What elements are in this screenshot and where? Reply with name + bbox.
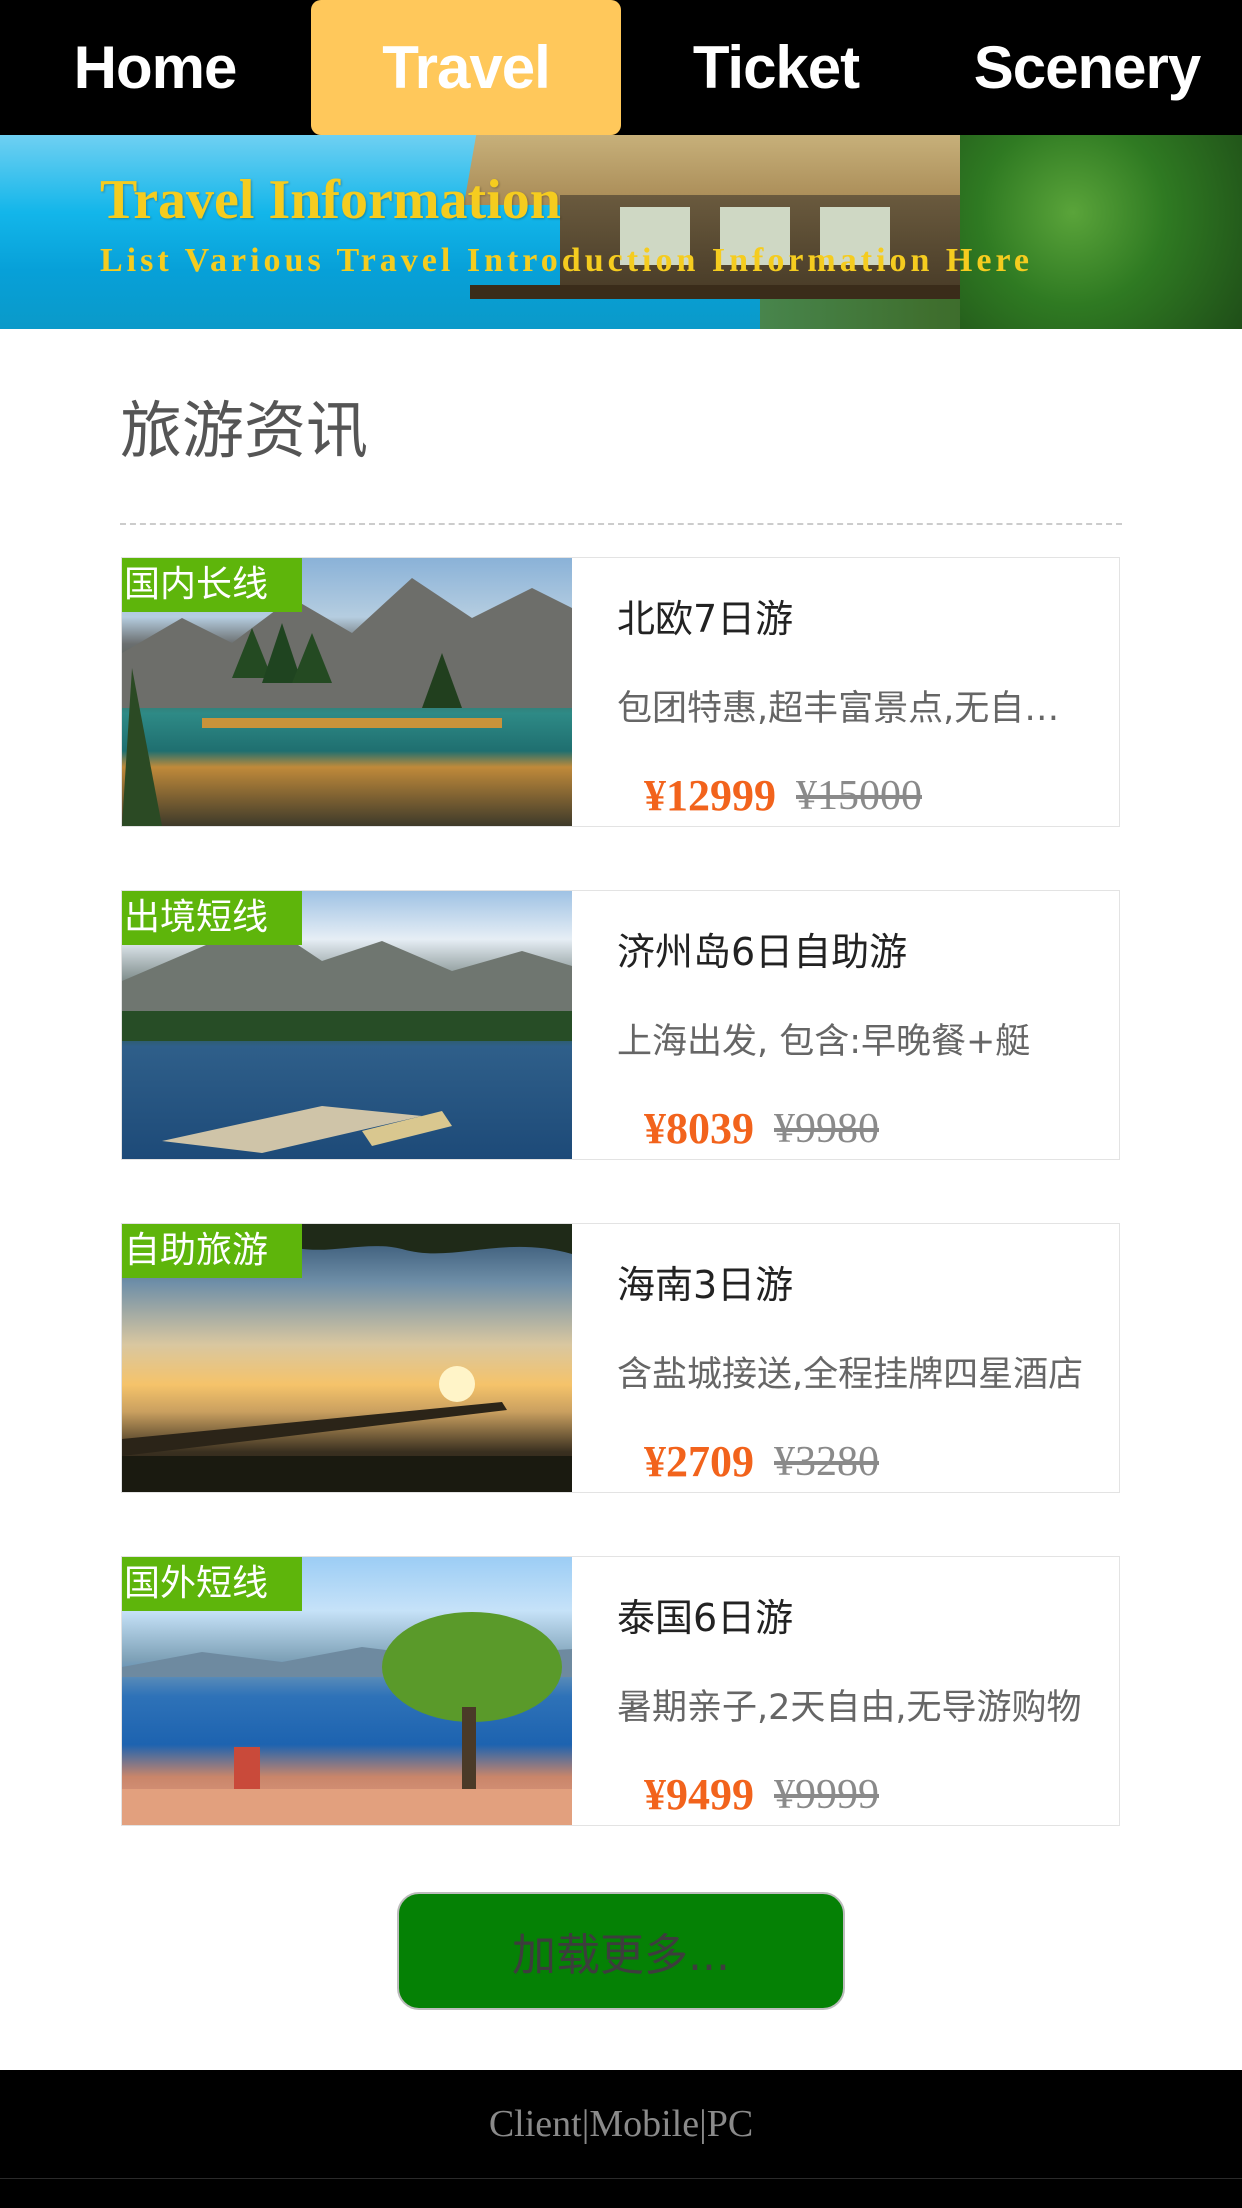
trip-description: 暑期亲子,2天自由,无导游购物 <box>617 1688 1082 1728</box>
category-badge: 国外短线 <box>122 1557 303 1611</box>
trip-original-price: ¥3280 <box>774 1439 879 1485</box>
trip-price: ¥8039 <box>644 1104 754 1153</box>
trip-title[interactable]: 北欧7日游 <box>617 588 793 643</box>
trip-title[interactable]: 泰国6日游 <box>617 1587 793 1642</box>
banner-subtitle: List Various Travel Introduction Informa… <box>100 242 1034 279</box>
category-badge: 自助旅游 <box>122 1224 303 1278</box>
section-title: 旅游资讯 <box>120 394 369 467</box>
nav-home[interactable]: Home <box>0 0 310 135</box>
travel-card-image[interactable]: 出境短线 <box>122 891 572 1159</box>
footer: Client|Mobile|PC <box>0 2070 1242 2208</box>
footer-link-client[interactable]: Client <box>489 2103 582 2145</box>
trip-description: 含盐城接送,全程挂牌四星酒店 <box>617 1355 1084 1395</box>
footer-separator: | <box>699 2103 707 2145</box>
travel-banner: Travel Information List Various Travel I… <box>0 135 1242 329</box>
trip-title[interactable]: 济州岛6日自助游 <box>617 921 907 976</box>
trip-original-price: ¥15000 <box>796 773 922 819</box>
banner-title: Travel Information <box>100 169 561 231</box>
trip-price: ¥9499 <box>644 1770 754 1819</box>
nav-scenery[interactable]: Scenery <box>932 0 1242 135</box>
travel-card-image[interactable]: 自助旅游 <box>122 1224 572 1492</box>
footer-link-mobile[interactable]: Mobile <box>589 2103 699 2145</box>
trip-description: 包团特惠,超丰富景点,无自费项目 <box>617 689 1087 729</box>
footer-link-pc[interactable]: PC <box>707 2103 753 2145</box>
travel-card-image[interactable]: 国外短线 <box>122 1557 572 1825</box>
category-badge: 国内长线 <box>122 558 303 612</box>
section-divider <box>120 523 1122 525</box>
category-badge: 出境短线 <box>122 891 303 945</box>
travel-card[interactable]: 国外短线 泰国6日游 暑期亲子,2天自由,无导游购物 ¥9499 ¥9999 <box>121 1556 1120 1826</box>
top-nav: Home Travel Ticket Scenery <box>0 0 1242 135</box>
travel-card[interactable]: 自助旅游 海南3日游 含盐城接送,全程挂牌四星酒店 ¥2709 ¥3280 <box>121 1223 1120 1493</box>
trip-original-price: ¥9999 <box>774 1772 879 1818</box>
banner-trees <box>960 135 1242 329</box>
nav-ticket[interactable]: Ticket <box>621 0 931 135</box>
trip-title[interactable]: 海南3日游 <box>617 1254 793 1309</box>
trip-price: ¥12999 <box>644 771 776 820</box>
trip-original-price: ¥9980 <box>774 1106 879 1152</box>
nav-travel[interactable]: Travel <box>311 0 621 135</box>
travel-card[interactable]: 出境短线 济州岛6日自助游 上海出发, 包含:早晚餐+艇 ¥8039 ¥9980 <box>121 890 1120 1160</box>
footer-divider <box>0 2178 1242 2179</box>
footer-links: Client|Mobile|PC <box>0 2102 1242 2146</box>
travel-card-image[interactable]: 国内长线 <box>122 558 572 826</box>
load-more-button[interactable]: 加载更多... <box>397 1892 845 2010</box>
trip-description: 上海出发, 包含:早晚餐+艇 <box>617 1022 1031 1062</box>
travel-card[interactable]: 国内长线 北欧7日游 包团特惠,超丰富景点,无自费项目 ¥12999 ¥1500… <box>121 557 1120 827</box>
trip-price: ¥2709 <box>644 1437 754 1486</box>
